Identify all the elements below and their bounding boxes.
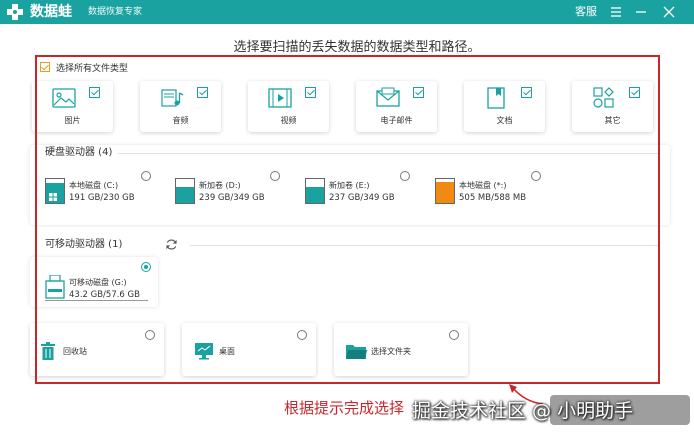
minimize-icon[interactable] bbox=[632, 3, 650, 21]
menu-icon[interactable] bbox=[607, 3, 625, 21]
app-logo-icon bbox=[7, 4, 23, 20]
close-icon[interactable] bbox=[660, 3, 678, 21]
highlight-frame bbox=[35, 55, 660, 384]
instruction-text: 选择要扫描的丢失数据的数据类型和路径。 bbox=[233, 40, 481, 55]
customer-service-link[interactable]: 客服 bbox=[575, 5, 597, 19]
annotation-text: 根据提示完成选择 bbox=[284, 399, 405, 417]
app-name: 数据蛙 bbox=[30, 4, 72, 20]
watermark-text: 掘金技术社区 @ 小明助手 bbox=[412, 400, 634, 422]
title-bar: 数据蛙 数据恢复专家 客服 bbox=[0, 0, 694, 24]
app-subtitle: 数据恢复专家 bbox=[88, 7, 143, 17]
